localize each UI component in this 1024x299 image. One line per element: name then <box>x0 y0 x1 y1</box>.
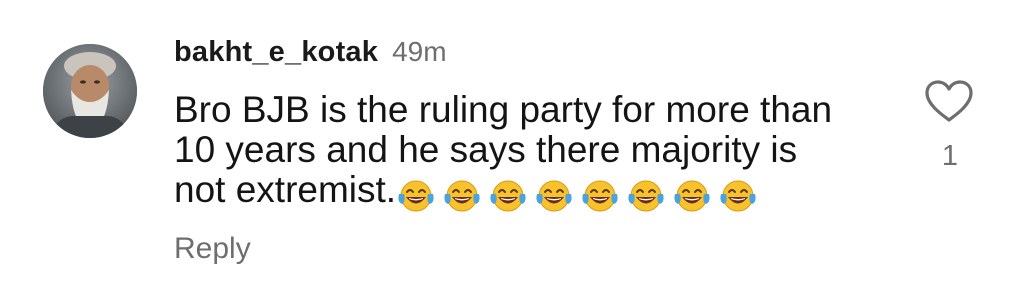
heart-outline-icon[interactable] <box>923 78 975 124</box>
timestamp: 49m <box>392 36 447 67</box>
comment-header: bakht_e_kotak 49m <box>174 36 447 78</box>
reply-button[interactable]: Reply <box>174 232 251 266</box>
emoji-row <box>396 174 764 214</box>
face-with-tears-of-joy-icon <box>396 178 436 214</box>
face-with-tears-of-joy-icon <box>718 178 758 214</box>
face-with-tears-of-joy-icon <box>626 178 666 214</box>
face-with-tears-of-joy-icon <box>580 178 620 214</box>
comment-item: bakht_e_kotak 49m Bro BJB is the ruling … <box>0 0 1024 299</box>
username[interactable]: bakht_e_kotak <box>174 36 378 69</box>
face-with-tears-of-joy-icon <box>488 178 528 214</box>
like-count: 1 <box>941 140 959 172</box>
face-with-tears-of-joy-icon <box>534 178 574 214</box>
face-with-tears-of-joy-icon <box>442 178 482 214</box>
avatar[interactable] <box>43 44 137 138</box>
face-with-tears-of-joy-icon <box>672 178 712 214</box>
comment-text: Bro BJB is the ruling party for more tha… <box>174 90 894 214</box>
